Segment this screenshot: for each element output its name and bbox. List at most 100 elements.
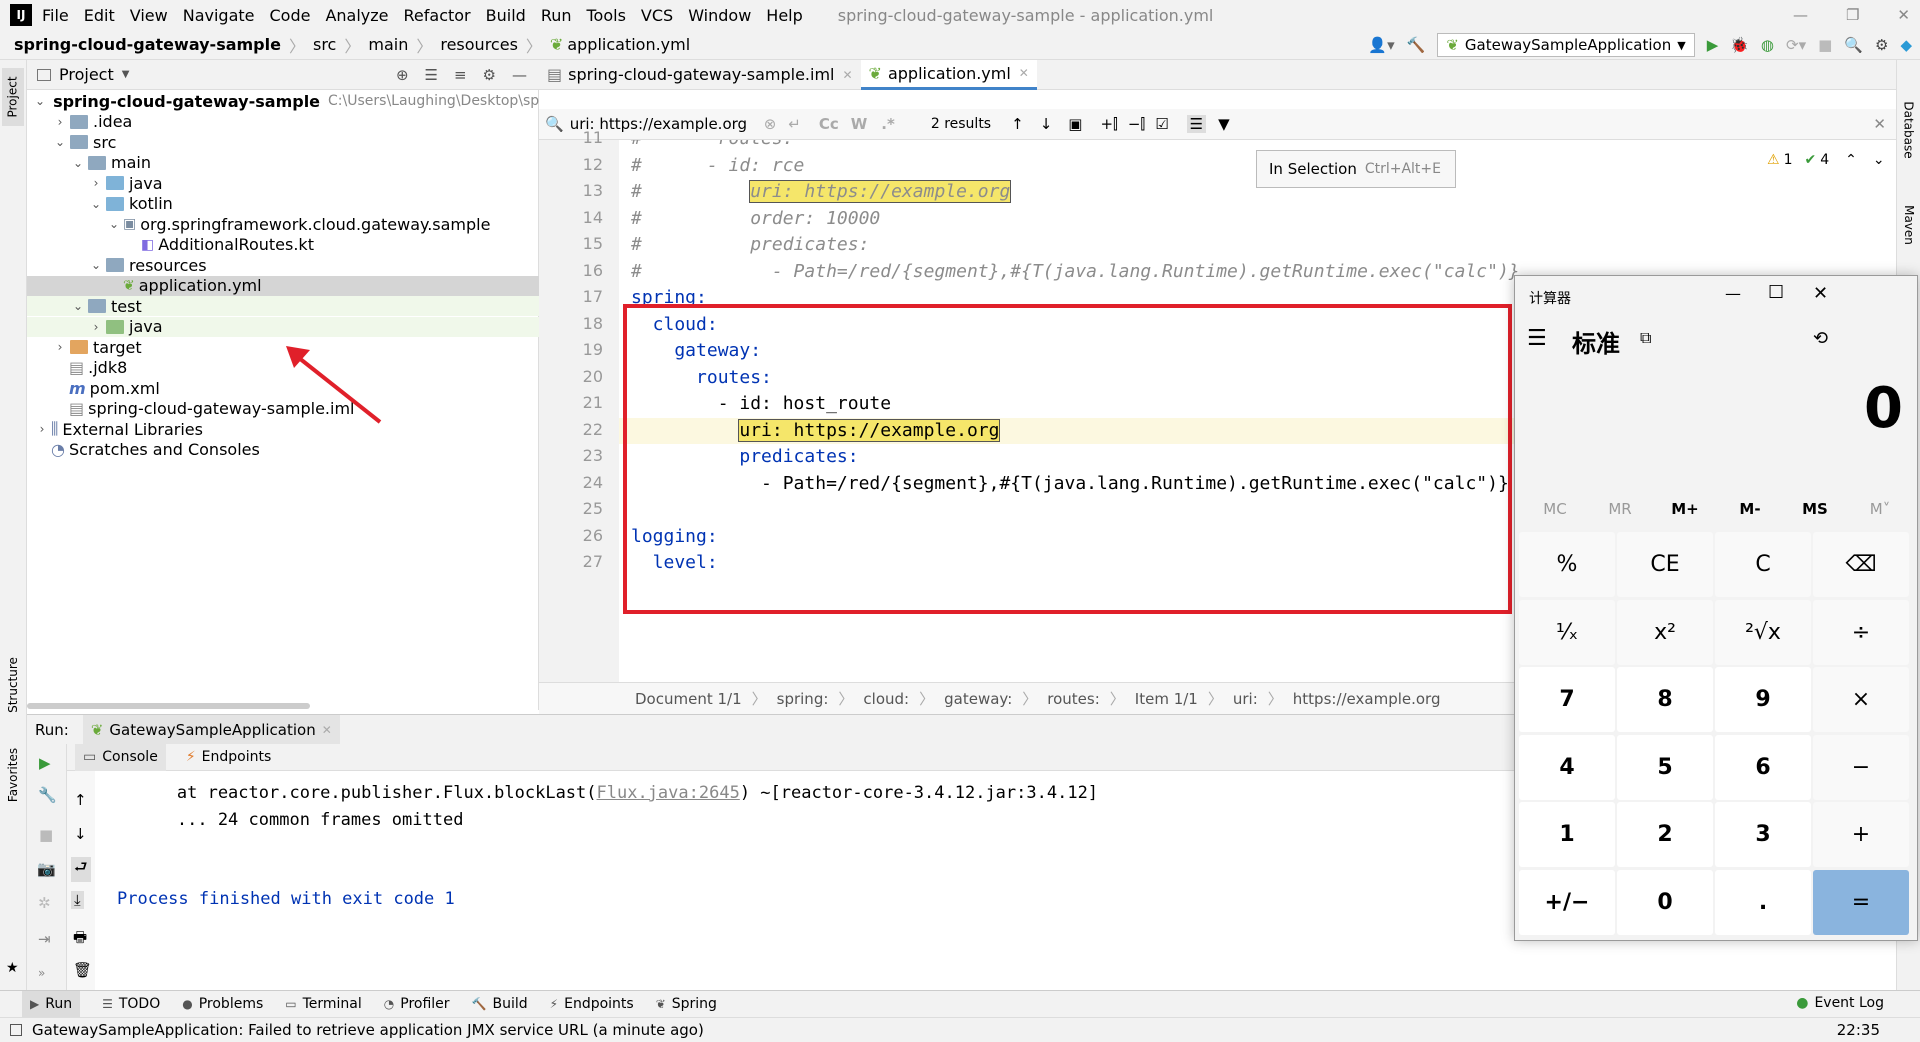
- calc-key[interactable]: CE: [1617, 532, 1713, 597]
- memory-button[interactable]: M+: [1655, 500, 1715, 518]
- in-selection-icon[interactable]: ☰: [1186, 115, 1207, 133]
- calc-key[interactable]: 0: [1617, 869, 1713, 935]
- memory-button[interactable]: M-: [1720, 500, 1780, 518]
- stop-icon[interactable]: ■: [1818, 36, 1832, 54]
- tree-node[interactable]: › java: [27, 173, 539, 193]
- whole-words-icon[interactable]: W: [851, 115, 868, 133]
- scroll-end-icon[interactable]: ⤓: [71, 891, 84, 909]
- calc-key[interactable]: 3: [1715, 802, 1811, 867]
- regex-icon[interactable]: .*: [881, 115, 895, 133]
- user-icon[interactable]: 👤▾: [1368, 36, 1394, 54]
- calc-key[interactable]: C: [1715, 532, 1811, 597]
- bottom-tab-problems[interactable]: ● Problems: [182, 991, 263, 1018]
- bottom-tab-terminal[interactable]: ▭ Terminal: [285, 991, 362, 1018]
- calc-key[interactable]: 8: [1617, 667, 1713, 732]
- soft-wrap-icon[interactable]: ⮐: [71, 857, 91, 882]
- code-line[interactable]: # routes:: [631, 140, 794, 149]
- event-log-button[interactable]: ● Event Log: [1796, 995, 1884, 1011]
- calc-key[interactable]: −: [1813, 734, 1909, 800]
- chevron-down-icon[interactable]: ⌄: [1873, 152, 1885, 168]
- breadcrumb-item[interactable]: resources: [440, 35, 518, 54]
- rerun-icon[interactable]: ▶: [39, 754, 51, 772]
- calc-key[interactable]: 9: [1715, 667, 1811, 732]
- add-occurrence-icon[interactable]: +⫿: [1100, 115, 1117, 133]
- close-tab-icon[interactable]: ✕: [842, 68, 852, 82]
- history-icon[interactable]: ⟲: [1813, 328, 1828, 349]
- select-all-occurrences-icon[interactable]: ▣: [1068, 115, 1082, 133]
- settings-gear-icon[interactable]: ⚙: [1875, 36, 1888, 54]
- breadcrumb-item[interactable]: spring-cloud-gateway-sample: [14, 35, 281, 54]
- editor-breadcrumb-item[interactable]: Document 1/1: [635, 690, 742, 708]
- minimize-icon[interactable]: —: [1793, 6, 1808, 24]
- close-icon[interactable]: ✕: [1813, 283, 1828, 304]
- tree-node[interactable]: ⌄ spring-cloud-gateway-sample C:\Users\Lau…: [27, 91, 539, 111]
- close-find-icon[interactable]: ✕: [1873, 115, 1886, 133]
- menu-run[interactable]: Run: [541, 6, 572, 25]
- console-source-link[interactable]: Flux.java:2645: [597, 783, 740, 803]
- menu-window[interactable]: Window: [688, 6, 751, 25]
- calc-key[interactable]: 2: [1617, 802, 1713, 867]
- expand-all-icon[interactable]: ☰: [425, 66, 438, 84]
- new-line-icon[interactable]: ↵: [788, 115, 801, 133]
- editor-breadcrumb-item[interactable]: https://example.org: [1293, 690, 1441, 708]
- tree-node[interactable]: ⌄ kotlin: [27, 194, 539, 214]
- chevron-right-icon[interactable]: ›: [35, 422, 49, 436]
- bottom-tab-build[interactable]: 🔨 Build: [472, 991, 528, 1018]
- calc-key[interactable]: +/−: [1519, 869, 1615, 935]
- editor-tab[interactable]: ❦ application.yml ✕: [860, 59, 1037, 90]
- locate-target-icon[interactable]: ⊕: [396, 66, 409, 84]
- menu-code[interactable]: Code: [270, 6, 311, 25]
- run-icon[interactable]: ▶: [1707, 36, 1719, 54]
- chevron-right-icon[interactable]: ›: [53, 115, 67, 129]
- bottom-tab-endpoints[interactable]: ⚡ Endpoints: [550, 991, 634, 1018]
- chevron-down-icon[interactable]: ⌄: [89, 197, 103, 211]
- menu-file[interactable]: File: [42, 6, 69, 25]
- calc-key[interactable]: .: [1715, 869, 1811, 935]
- hide-panel-icon[interactable]: —: [512, 66, 527, 84]
- code-line[interactable]: # uri: https://example.org: [631, 180, 1012, 203]
- toolbox-icon[interactable]: ◆: [1900, 36, 1912, 54]
- tree-node[interactable]: ◔ Scratches and Consoles: [27, 440, 539, 460]
- chevron-up-icon[interactable]: ⌃: [1845, 152, 1857, 168]
- up-arrow-icon[interactable]: ↑: [74, 791, 87, 809]
- editor-breadcrumb-item[interactable]: gateway:: [944, 690, 1012, 708]
- editor-breadcrumb-item[interactable]: uri:: [1233, 690, 1258, 708]
- tree-node[interactable]: ⌄ main: [27, 153, 539, 173]
- hamburger-menu-icon[interactable]: ☰: [1527, 326, 1547, 351]
- keep-on-top-icon[interactable]: ⧉: [1640, 328, 1651, 348]
- menu-analyze[interactable]: Analyze: [325, 6, 388, 25]
- favorites-tool-tab[interactable]: Favorites: [2, 740, 24, 810]
- debug-icon[interactable]: 🐞: [1730, 36, 1749, 54]
- menu-build[interactable]: Build: [486, 6, 526, 25]
- collapse-all-icon[interactable]: ≡: [454, 66, 467, 84]
- memory-button[interactable]: MS: [1785, 500, 1845, 518]
- tree-node[interactable]: › .idea: [27, 112, 539, 132]
- tree-node[interactable]: ❦ application.yml: [27, 275, 539, 296]
- menu-edit[interactable]: Edit: [84, 6, 115, 25]
- editor-breadcrumb-item[interactable]: Item 1/1: [1135, 690, 1198, 708]
- match-case-icon[interactable]: Cc: [819, 115, 839, 133]
- debug-icon[interactable]: ✲: [38, 894, 51, 912]
- bottom-tab-todo[interactable]: ☰ TODO: [102, 991, 160, 1018]
- down-arrow-icon[interactable]: ↓: [74, 825, 87, 843]
- project-tree-scrollbar[interactable]: [27, 703, 310, 709]
- filter-icon[interactable]: ▼: [1218, 115, 1230, 133]
- close-icon[interactable]: ✕: [1897, 6, 1910, 24]
- bottom-tab-run[interactable]: ▶ Run: [22, 990, 81, 1018]
- calc-key[interactable]: ÷: [1813, 599, 1909, 665]
- calc-key[interactable]: 4: [1519, 734, 1615, 800]
- project-tool-tab[interactable]: Project: [2, 68, 24, 126]
- chevron-right-icon[interactable]: ›: [53, 340, 67, 354]
- more-icon[interactable]: »: [38, 966, 45, 980]
- chevron-down-icon[interactable]: ⌄: [107, 217, 121, 231]
- code-line[interactable]: # predicates:: [631, 234, 869, 255]
- menu-view[interactable]: View: [130, 6, 168, 25]
- chevron-down-icon[interactable]: ⌄: [89, 258, 103, 272]
- tree-node[interactable]: ⌄ resources: [27, 255, 539, 275]
- calc-key[interactable]: ²√x: [1715, 599, 1811, 665]
- maximize-icon[interactable]: ❐: [1846, 6, 1859, 24]
- calc-key[interactable]: 5: [1617, 734, 1713, 800]
- settings-gear-icon[interactable]: ⚙: [483, 66, 496, 84]
- editor-breadcrumb-item[interactable]: spring:: [777, 690, 829, 708]
- memory-button[interactable]: M˅: [1850, 500, 1910, 518]
